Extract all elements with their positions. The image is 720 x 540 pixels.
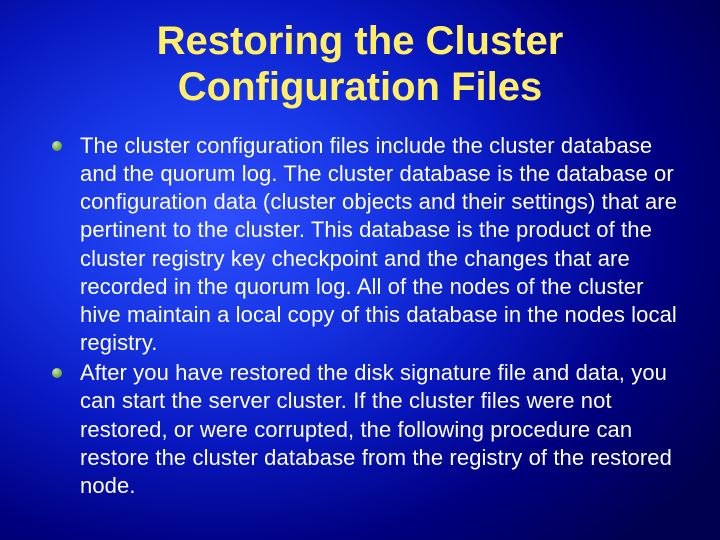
- bullet-text: The cluster configuration files include …: [80, 133, 677, 355]
- list-item: After you have restored the disk signatu…: [48, 359, 680, 500]
- bullet-list: The cluster configuration files include …: [40, 132, 680, 500]
- bullet-text: After you have restored the disk signatu…: [80, 360, 672, 498]
- slide-container: Restoring the Cluster Configuration File…: [0, 0, 720, 540]
- bullet-icon: [52, 141, 62, 151]
- bullet-icon: [52, 368, 62, 378]
- list-item: The cluster configuration files include …: [48, 132, 680, 357]
- slide-title: Restoring the Cluster Configuration File…: [40, 18, 680, 110]
